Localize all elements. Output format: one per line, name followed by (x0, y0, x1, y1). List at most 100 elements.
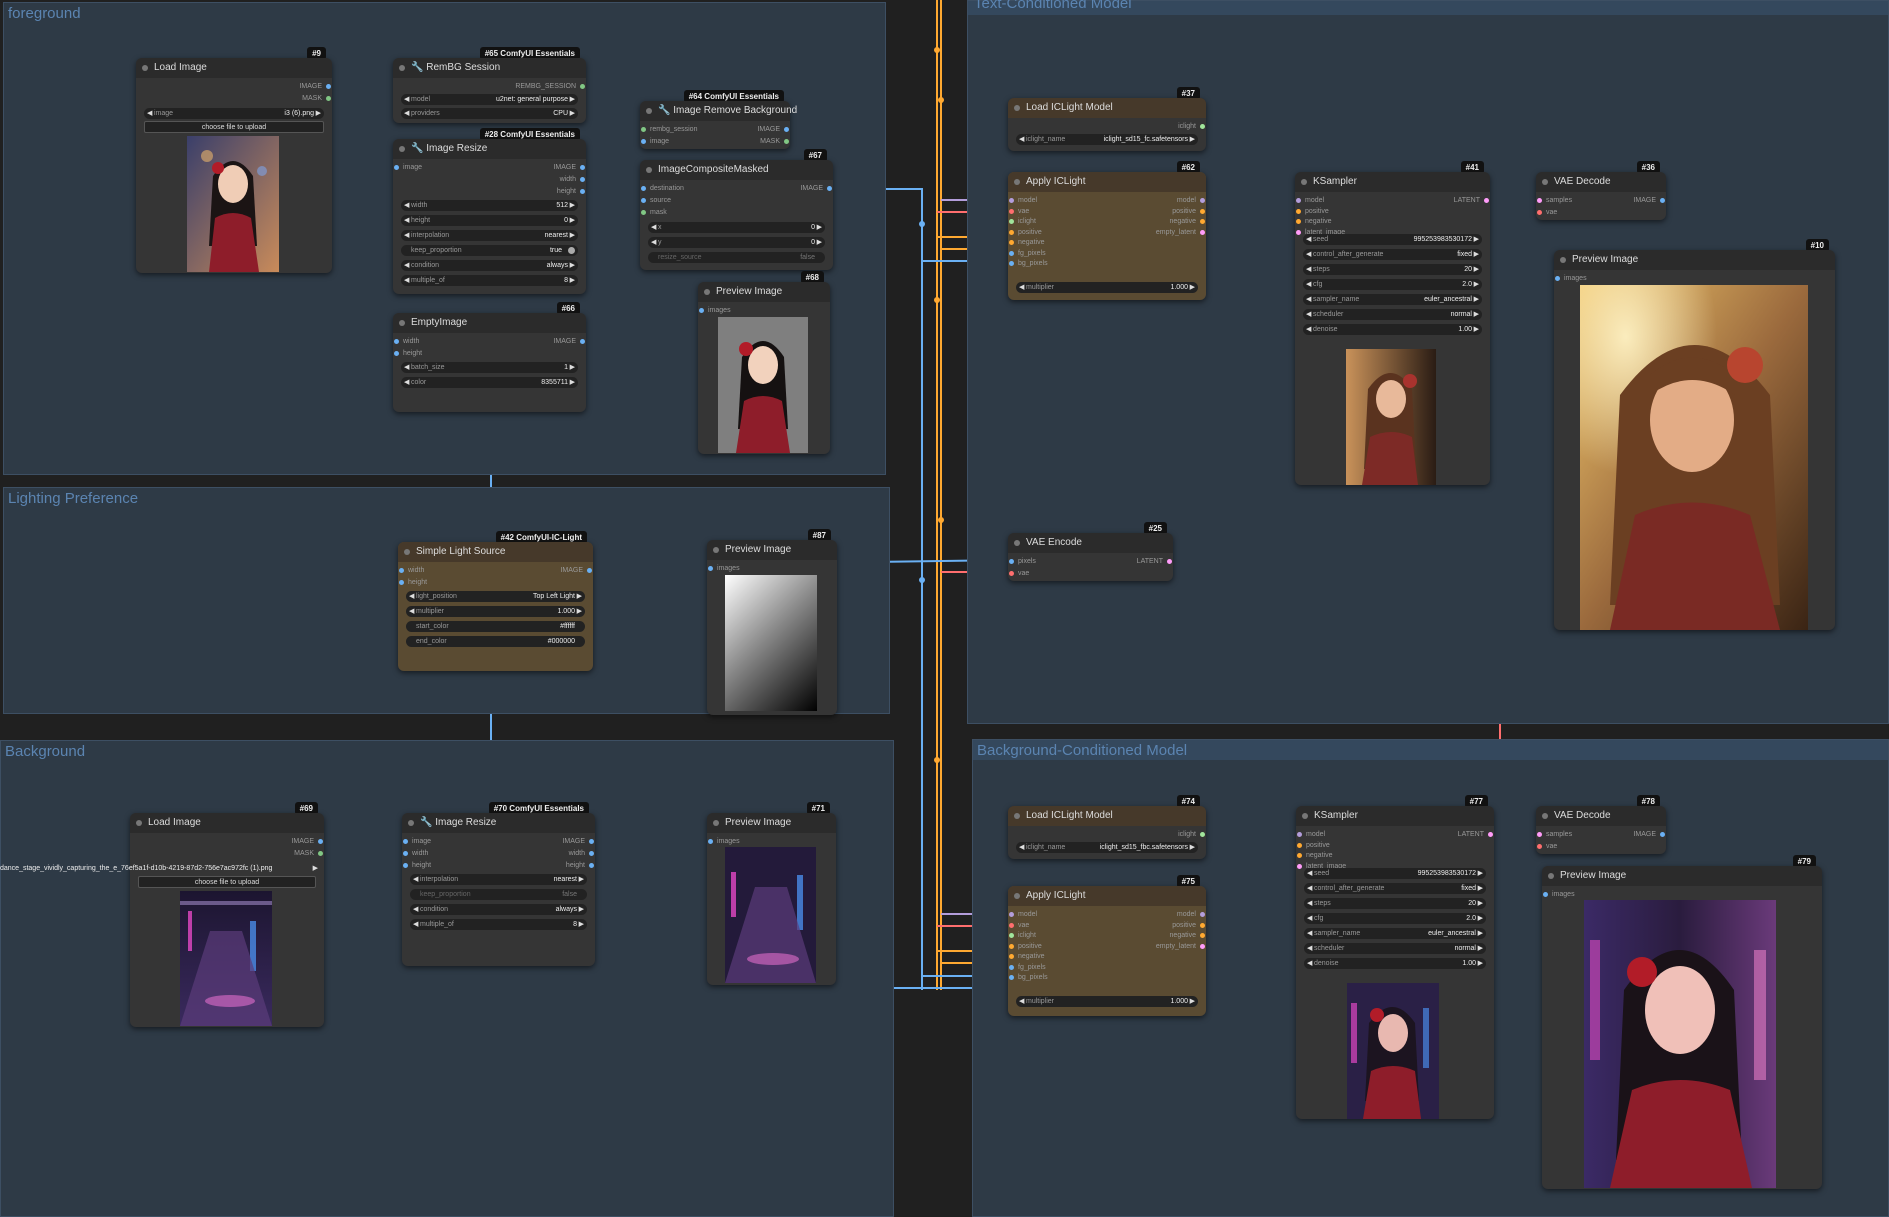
node-title[interactable]: Preview Image (707, 540, 837, 560)
input-fg-pixels[interactable]: fg_pixels (1009, 963, 1046, 973)
reroute-dot[interactable] (934, 297, 940, 303)
input-negative[interactable]: negative (1009, 952, 1044, 962)
output-image[interactable]: IMAGE (562, 837, 594, 847)
collapse-dot-icon[interactable] (646, 167, 652, 173)
port-dot-icon[interactable] (1200, 229, 1205, 235)
input-width[interactable]: width (394, 337, 419, 347)
port-dot-icon[interactable] (1297, 853, 1302, 858)
input-samples[interactable]: samples (1537, 196, 1572, 206)
arrow-right-icon[interactable]: ▶ (817, 222, 822, 233)
widget-color[interactable]: ◀ color 8355711 ▶ (401, 377, 578, 388)
port-dot-icon[interactable] (1009, 261, 1014, 266)
collapse-dot-icon[interactable] (399, 320, 405, 326)
arrow-left-icon[interactable]: ◀ (1019, 996, 1024, 1007)
node-preview-image-fg[interactable]: #68 Preview Image images (698, 271, 830, 454)
node-title[interactable]: VAE Decode (1536, 806, 1666, 826)
node-apply-iclight-1[interactable]: #62 Apply ICLight model vae iclight positiv… (1008, 161, 1206, 300)
input-negative[interactable]: negative (1296, 217, 1331, 227)
output-image[interactable]: IMAGE (800, 184, 832, 194)
node-preview-image-output-2[interactable]: #79 Preview Image images (1542, 855, 1822, 1189)
port-dot-icon[interactable] (1200, 124, 1205, 129)
arrow-right-icon[interactable]: ▶ (579, 919, 584, 930)
node-title[interactable]: Preview Image (707, 813, 836, 833)
node-load-iclight-model-2[interactable]: #74 Load ICLight Model iclight ◀ iclight_… (1008, 795, 1206, 859)
node-apply-iclight-2[interactable]: #75 Apply ICLight model vae iclight positiv… (1008, 875, 1206, 1016)
output-iclight[interactable]: iclight (1178, 830, 1205, 840)
port-dot-icon[interactable] (1660, 198, 1665, 203)
port-dot-icon[interactable] (399, 568, 404, 573)
output-negative[interactable]: negative (1170, 217, 1205, 227)
node-vae-encode[interactable]: #25 VAE Encode pixels vae LATENT (1008, 522, 1173, 581)
input-bg-pixels[interactable]: bg_pixels (1009, 259, 1048, 269)
widget-multiplier[interactable]: ◀ multiplier 1.000 ▶ (1016, 996, 1198, 1007)
node-title[interactable]: 🔧 Image Resize (393, 139, 586, 159)
widget-steps[interactable]: ◀ steps 20 ▶ (1304, 898, 1486, 909)
arrow-left-icon[interactable]: ◀ (1307, 898, 1312, 909)
port-dot-icon[interactable] (589, 839, 594, 844)
input-rembg-session[interactable]: rembg_session (641, 125, 697, 135)
widget-multiplier[interactable]: ◀ multiplier 1.000 ▶ (406, 606, 585, 617)
widget-x[interactable]: ◀ x 0 ▶ (648, 222, 825, 233)
port-dot-icon[interactable] (1009, 571, 1014, 576)
input-pixels[interactable]: pixels (1009, 557, 1036, 567)
port-dot-icon[interactable] (1200, 912, 1205, 917)
port-dot-icon[interactable] (1009, 208, 1014, 214)
output-height[interactable]: height (557, 187, 585, 197)
input-images[interactable]: images (708, 837, 740, 847)
port-dot-icon[interactable] (326, 96, 331, 101)
input-positive[interactable]: positive (1297, 841, 1330, 851)
collapse-dot-icon[interactable] (1014, 179, 1020, 185)
port-dot-icon[interactable] (589, 851, 594, 856)
widget-denoise[interactable]: ◀ denoise 1.00 ▶ (1303, 324, 1482, 335)
output-mask[interactable]: MASK (302, 94, 331, 104)
node-title[interactable]: Preview Image (1542, 866, 1822, 886)
widget-multiple-of[interactable]: ◀ multiple_of 8 ▶ (410, 919, 587, 930)
input-image[interactable]: image (394, 163, 422, 173)
output-image[interactable]: IMAGE (560, 566, 592, 576)
port-dot-icon[interactable] (641, 186, 646, 191)
arrow-right-icon[interactable]: ▶ (1478, 928, 1483, 939)
arrow-left-icon[interactable]: ◀ (1306, 264, 1311, 275)
output-mask[interactable]: MASK (760, 137, 789, 147)
arrow-left-icon[interactable]: ◀ (651, 222, 656, 233)
collapse-dot-icon[interactable] (399, 65, 405, 71)
collapse-dot-icon[interactable] (704, 289, 710, 295)
node-title[interactable]: Load Image (136, 58, 332, 78)
node-vae-decode-2[interactable]: #78 VAE Decode samples vae IMAGE (1536, 795, 1666, 854)
widget-seed[interactable]: ◀ seed 995253983530172 ▶ (1304, 868, 1486, 879)
port-dot-icon[interactable] (784, 139, 789, 144)
output-image[interactable]: IMAGE (1633, 830, 1665, 840)
input-mask[interactable]: mask (641, 208, 667, 218)
arrow-right-icon[interactable]: ▶ (1474, 249, 1479, 260)
output-image[interactable]: IMAGE (757, 125, 789, 135)
input-negative[interactable]: negative (1009, 238, 1044, 248)
widget-control-after-generate[interactable]: ◀ control_after_generate fixed ▶ (1304, 883, 1486, 894)
arrow-left-icon[interactable]: ◀ (1306, 279, 1311, 290)
arrow-right-icon[interactable]: ▶ (577, 606, 582, 617)
arrow-right-icon[interactable]: ▶ (1474, 324, 1479, 335)
port-dot-icon[interactable] (580, 177, 585, 182)
arrow-left-icon[interactable]: ◀ (147, 108, 152, 119)
output-mask[interactable]: MASK (294, 849, 323, 859)
port-dot-icon[interactable] (708, 566, 713, 571)
node-title[interactable]: EmptyImage (393, 313, 586, 333)
collapse-dot-icon[interactable] (1302, 813, 1308, 819)
port-dot-icon[interactable] (1009, 229, 1014, 235)
input-images[interactable]: images (1555, 274, 1587, 284)
arrow-left-icon[interactable]: ◀ (413, 904, 418, 915)
input-destination[interactable]: destination (641, 184, 684, 194)
node-ksampler-1[interactable]: #41 KSampler model positive negative latent… (1295, 161, 1490, 485)
arrow-left-icon[interactable]: ◀ (1307, 913, 1312, 924)
arrow-left-icon[interactable]: ◀ (1307, 928, 1312, 939)
arrow-left-icon[interactable]: ◀ (1019, 842, 1024, 853)
port-dot-icon[interactable] (1200, 933, 1205, 938)
port-dot-icon[interactable] (1537, 844, 1542, 849)
arrow-right-icon[interactable]: ▶ (570, 230, 575, 241)
port-dot-icon[interactable] (1537, 832, 1542, 837)
arrow-right-icon[interactable]: ▶ (570, 275, 575, 286)
widget-iclight-name[interactable]: ◀ iclight_name iclight_sd15_fc.safetensors… (1016, 134, 1198, 145)
port-dot-icon[interactable] (403, 863, 408, 868)
node-title[interactable]: 🔧 RemBG Session (393, 58, 586, 78)
arrow-left-icon[interactable]: ◀ (404, 275, 409, 286)
port-dot-icon[interactable] (1167, 559, 1172, 564)
